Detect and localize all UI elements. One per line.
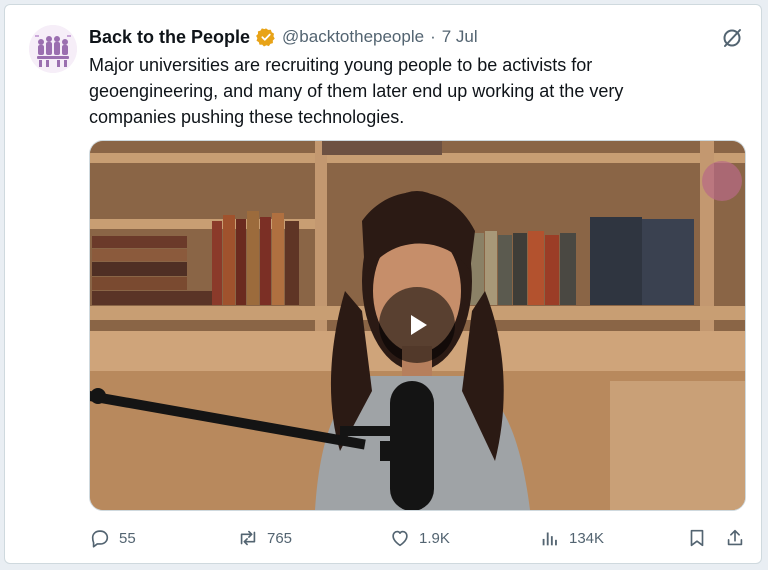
author-avatar[interactable] xyxy=(29,25,77,73)
author-name[interactable]: Back to the People xyxy=(89,27,250,48)
like-button[interactable]: 1.9K xyxy=(389,525,450,551)
video-player[interactable] xyxy=(89,140,746,511)
bookmark-icon xyxy=(690,529,704,547)
author-handle[interactable]: @backtothepeople xyxy=(282,27,424,47)
repost-icon xyxy=(240,530,256,546)
play-button[interactable] xyxy=(379,287,455,363)
share-button[interactable] xyxy=(724,525,746,551)
share-icon xyxy=(727,529,743,546)
bookmark-button[interactable] xyxy=(686,525,708,551)
reply-icon xyxy=(91,530,109,548)
repost-button[interactable]: 765 xyxy=(237,525,292,551)
header-separator: · xyxy=(430,27,436,46)
views-button[interactable]: 134K xyxy=(539,525,604,551)
views-icon xyxy=(542,532,557,546)
reply-count: 55 xyxy=(119,529,136,547)
view-count: 134K xyxy=(569,529,605,547)
repost-count: 765 xyxy=(267,529,293,547)
grok-icon[interactable] xyxy=(721,27,743,49)
tweet-card[interactable]: Back to the People @backtothepeople · 7 … xyxy=(4,4,762,564)
tweet-actions: 55 765 1.9K 134K xyxy=(89,525,749,551)
verified-badge-icon[interactable] xyxy=(256,27,276,47)
tweet-date[interactable]: 7 Jul xyxy=(442,27,478,47)
like-count: 1.9K xyxy=(419,529,450,547)
reply-button[interactable]: 55 xyxy=(89,525,136,551)
play-icon xyxy=(411,315,427,335)
heart-icon xyxy=(392,530,408,547)
tweet-header: Back to the People @backtothepeople · 7 … xyxy=(89,25,478,49)
tweet-text: Major universities are recruiting young … xyxy=(89,55,624,127)
